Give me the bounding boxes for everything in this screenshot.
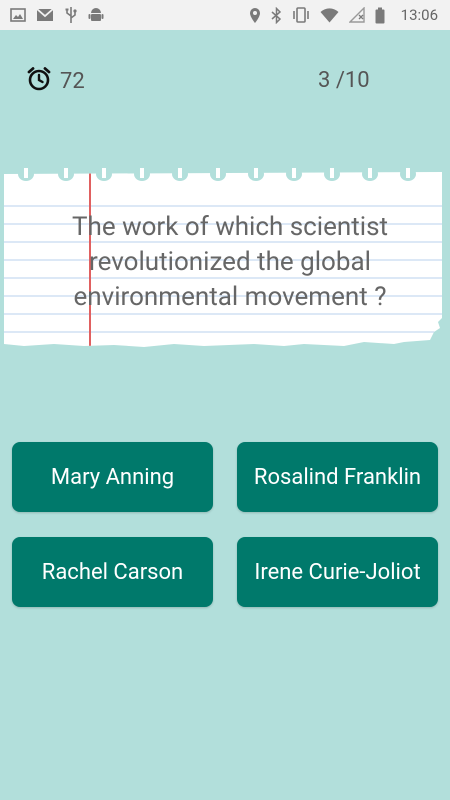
vibrate-icon bbox=[292, 7, 310, 23]
timer-value: 72 bbox=[60, 68, 85, 94]
android-icon bbox=[88, 6, 104, 24]
location-icon bbox=[249, 7, 261, 24]
clock-time: 13:06 bbox=[400, 6, 438, 24]
question-progress: 3 /10 bbox=[318, 68, 370, 93]
question-card: The work of which scientist revolutioniz… bbox=[4, 168, 442, 350]
wifi-icon bbox=[320, 7, 339, 23]
no-signal-icon bbox=[348, 7, 365, 23]
alarm-clock-icon bbox=[26, 66, 52, 96]
answer-button-3[interactable]: Rachel Carson bbox=[12, 537, 213, 607]
answer-button-1[interactable]: Mary Anning bbox=[12, 442, 213, 512]
timer: 72 bbox=[26, 66, 85, 96]
gmail-icon bbox=[36, 8, 54, 22]
battery-icon bbox=[375, 7, 385, 24]
image-icon bbox=[10, 8, 26, 22]
answer-button-2[interactable]: Rosalind Franklin bbox=[237, 442, 438, 512]
answer-button-4[interactable]: Irene Curie-Joliot bbox=[237, 537, 438, 607]
status-bar: 13:06 bbox=[0, 0, 450, 30]
quiz-header: 72 3 /10 bbox=[0, 62, 450, 102]
usb-icon bbox=[64, 6, 78, 24]
bluetooth-icon bbox=[271, 6, 282, 24]
question-text: The work of which scientist revolutioniz… bbox=[72, 212, 388, 312]
